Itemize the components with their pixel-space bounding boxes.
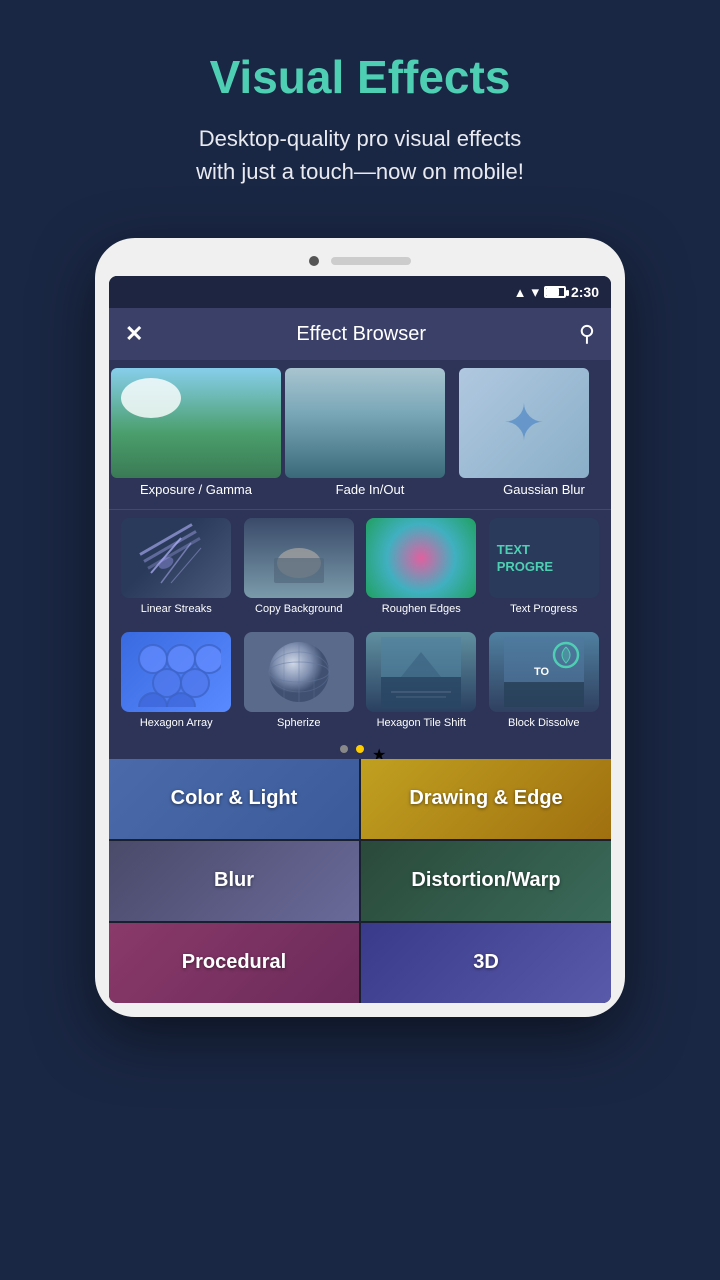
- category-label-drawing-edge: Drawing & Edge: [409, 787, 562, 810]
- page-subtitle: Desktop-quality pro visual effectswith j…: [60, 122, 660, 188]
- dot-1[interactable]: [340, 745, 348, 753]
- dot-3[interactable]: ★: [372, 745, 380, 753]
- effect-item-blur[interactable]: ✦ Gaussian Blur: [459, 368, 611, 499]
- category-label-color-light: Color & Light: [171, 787, 298, 810]
- effect-item-hexagon-tile[interactable]: Hexagon Tile Shift: [364, 632, 479, 730]
- app-screen: ▲ ▾ 2:30 ✕ Effect Browser ⚲ E: [109, 276, 611, 1003]
- text-prog-line1: TEXT: [497, 542, 530, 557]
- phone-body: ▲ ▾ 2:30 ✕ Effect Browser ⚲ E: [95, 238, 625, 1017]
- effects-grid-row1: Linear Streaks Copy Background Roug: [109, 510, 611, 624]
- effect-name-spherize: Spherize: [277, 716, 320, 730]
- header-section: Visual Effects Desktop-quality pro visua…: [0, 0, 720, 218]
- wifi-icon: ▾: [531, 283, 539, 301]
- status-bar: ▲ ▾ 2:30: [109, 276, 611, 308]
- category-blur[interactable]: Blur: [109, 841, 359, 921]
- toolbar-title: Effect Browser: [296, 323, 426, 346]
- effect-name-text-progress: Text Progress: [510, 602, 577, 616]
- effect-item-spherize[interactable]: Spherize: [242, 632, 357, 730]
- category-color-light[interactable]: Color & Light: [109, 759, 359, 839]
- pagination-dots: ★: [109, 739, 611, 759]
- effect-thumb-block-dissolve: TO: [489, 632, 599, 712]
- effect-name-linear-streaks: Linear Streaks: [141, 602, 212, 616]
- effect-name-roughen-edges: Roughen Edges: [382, 602, 461, 616]
- effect-item-roughen-edges[interactable]: Roughen Edges: [364, 518, 479, 616]
- effect-name-copy-background: Copy Background: [255, 602, 342, 616]
- phone-top-bar: [109, 256, 611, 266]
- effect-label-blur: Gaussian Blur: [459, 478, 611, 499]
- effect-item-fade[interactable]: Fade In/Out: [285, 368, 455, 499]
- search-button[interactable]: ⚲: [579, 321, 595, 347]
- effect-thumb-spherize: [244, 632, 354, 712]
- effect-thumb-text-progress: TEXT PROGRE: [489, 518, 599, 598]
- effect-label-fade: Fade In/Out: [285, 478, 455, 499]
- effect-item-linear-streaks[interactable]: Linear Streaks: [119, 518, 234, 616]
- effect-name-block-dissolve: Block Dissolve: [508, 716, 580, 730]
- text-prog-line2: PROGRE: [497, 559, 553, 574]
- category-label-blur: Blur: [214, 869, 254, 892]
- battery-icon: [544, 286, 566, 298]
- category-3d[interactable]: 3D: [361, 923, 611, 1003]
- status-icons: ▲ ▾ 2:30: [514, 283, 599, 301]
- star-decoration: ✦: [503, 394, 545, 452]
- effect-thumb-linear-streaks: [121, 518, 231, 598]
- effect-thumb-hexagon-array: [121, 632, 231, 712]
- effect-name-hexagon-tile: Hexagon Tile Shift: [377, 716, 466, 730]
- category-distortion-warp[interactable]: Distortion/Warp: [361, 841, 611, 921]
- svg-text:TO: TO: [534, 666, 550, 678]
- phone-mockup: ▲ ▾ 2:30 ✕ Effect Browser ⚲ E: [0, 238, 720, 1017]
- horizontal-effects-list: Exposure / Gamma Fade In/Out ✦ Gaussian …: [109, 360, 611, 510]
- category-label-3d: 3D: [473, 951, 499, 974]
- effect-name-hexagon-array: Hexagon Array: [140, 716, 213, 730]
- camera-dot: [309, 256, 319, 266]
- page-title: Visual Effects: [60, 50, 660, 104]
- close-button[interactable]: ✕: [125, 321, 143, 347]
- effect-item-text-progress[interactable]: TEXT PROGRE Text Progress: [487, 518, 602, 616]
- category-procedural[interactable]: Procedural: [109, 923, 359, 1003]
- category-label-distortion-warp: Distortion/Warp: [411, 869, 560, 892]
- categories-grid: Color & Light Drawing & Edge Blur Distor…: [109, 759, 611, 1003]
- effect-label-exposure: Exposure / Gamma: [111, 478, 281, 499]
- speaker-bar: [331, 257, 411, 265]
- effect-thumb-roughen-edges: [366, 518, 476, 598]
- effects-grid-row2: Hexagon Array: [109, 624, 611, 738]
- effect-thumb-exposure: [111, 368, 281, 478]
- dot-2-active[interactable]: [356, 745, 364, 753]
- effect-item-exposure[interactable]: Exposure / Gamma: [111, 368, 281, 499]
- time-display: 2:30: [571, 284, 599, 300]
- app-toolbar: ✕ Effect Browser ⚲: [109, 308, 611, 360]
- effect-item-hexagon-array[interactable]: Hexagon Array: [119, 632, 234, 730]
- effect-thumb-hexagon-tile: [366, 632, 476, 712]
- effect-item-copy-background[interactable]: Copy Background: [242, 518, 357, 616]
- signal-icon: ▲: [514, 285, 527, 300]
- category-label-procedural: Procedural: [182, 951, 286, 974]
- effect-item-block-dissolve[interactable]: TO Block Dissolve: [487, 632, 602, 730]
- category-drawing-edge[interactable]: Drawing & Edge: [361, 759, 611, 839]
- effect-thumb-copy-background: [244, 518, 354, 598]
- effect-thumb-fade: [285, 368, 445, 478]
- effect-thumb-blur: ✦: [459, 368, 589, 478]
